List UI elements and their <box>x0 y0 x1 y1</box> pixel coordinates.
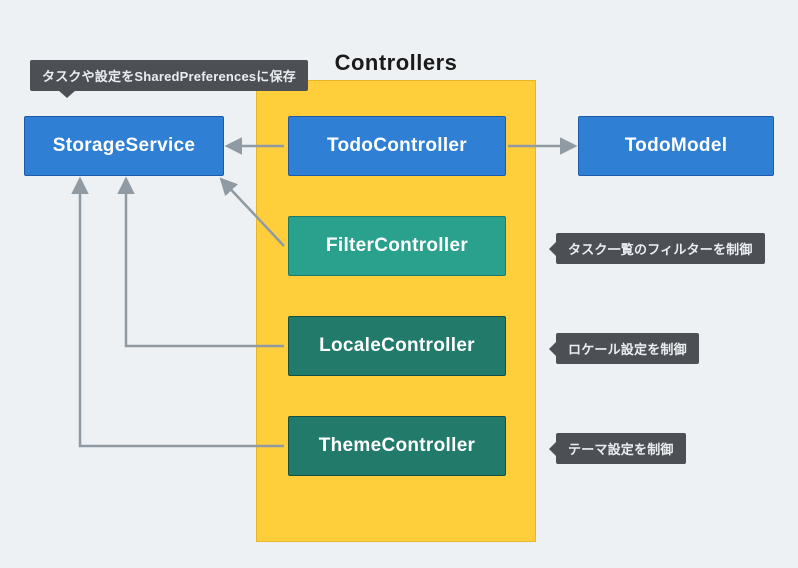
node-theme-controller: ThemeController <box>288 416 506 476</box>
node-todo-controller: TodoController <box>288 116 506 176</box>
node-filter-controller: FilterController <box>288 216 506 276</box>
node-storage-service: StorageService <box>24 116 224 176</box>
tooltip-locale: ロケール設定を制御 <box>556 333 699 364</box>
tooltip-filter: タスク一覧のフィルターを制御 <box>556 233 765 264</box>
tooltip-storage: タスクや設定をSharedPreferencesに保存 <box>30 60 308 91</box>
diagram-stage: Controllers StorageService TodoControlle… <box>0 0 798 568</box>
edge-theme-to-storage <box>80 180 284 446</box>
node-todo-model: TodoModel <box>578 116 774 176</box>
tooltip-theme: テーマ設定を制御 <box>556 433 686 464</box>
node-locale-controller: LocaleController <box>288 316 506 376</box>
